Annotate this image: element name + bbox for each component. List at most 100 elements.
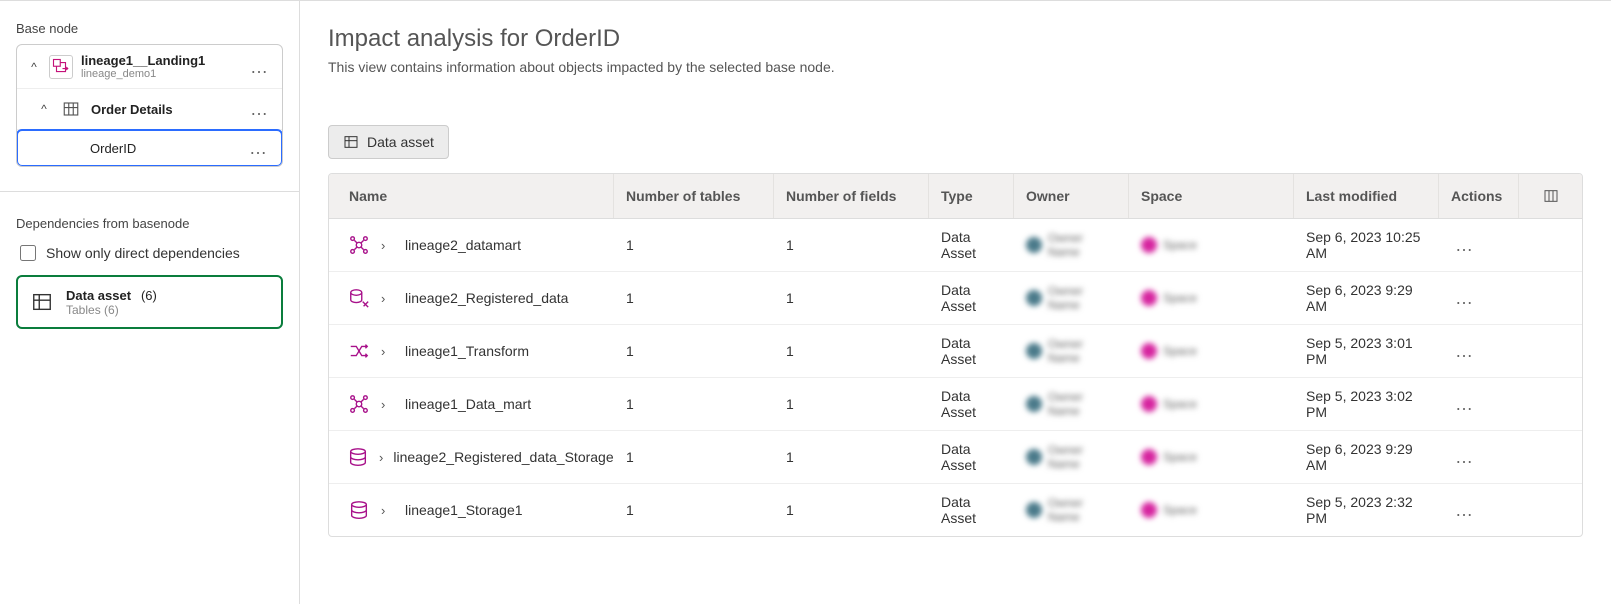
more-icon[interactable]: … (1451, 448, 1477, 466)
basenode-table-row[interactable]: ^ Order Details … (17, 89, 282, 130)
chevron-right-icon[interactable]: › (381, 238, 395, 253)
chevron-up-icon[interactable]: ^ (37, 102, 51, 116)
chevron-right-icon[interactable]: › (381, 344, 395, 359)
row-name: lineage2_datamart (405, 237, 521, 253)
row-modified: Sep 6, 2023 9:29 AM (1294, 272, 1439, 324)
more-icon[interactable]: … (1451, 342, 1477, 360)
row-fields: 1 (774, 439, 929, 475)
table-row[interactable]: ›lineage2_datamart11Data AssetOwner Name… (329, 219, 1582, 272)
chevron-right-icon[interactable]: › (381, 397, 395, 412)
page-title: Impact analysis for OrderID (328, 25, 1583, 53)
row-space: Space (1129, 492, 1294, 528)
row-space: Space (1129, 280, 1294, 316)
main-content: Impact analysis for OrderID This view co… (300, 1, 1611, 604)
chevron-right-icon[interactable]: › (379, 450, 383, 465)
basenode-field-row[interactable]: OrderID … (16, 129, 283, 167)
columns-icon (1543, 188, 1559, 204)
row-actions[interactable]: … (1439, 332, 1519, 370)
header-owner[interactable]: Owner (1014, 174, 1129, 218)
header-actions[interactable]: Actions (1439, 174, 1519, 218)
app-icon (49, 55, 73, 79)
table-row[interactable]: ›lineage2_Registered_data_Storage11Data … (329, 431, 1582, 484)
row-name: lineage2_Registered_data_Storage (393, 449, 613, 465)
row-owner: Owner Name (1014, 486, 1129, 534)
data-asset-icon (30, 290, 54, 314)
row-name: lineage1_Data_mart (405, 396, 531, 412)
row-space: Space (1129, 227, 1294, 263)
filter-data-asset[interactable]: Data asset (6) Tables (6) (16, 275, 283, 329)
direct-deps-label: Show only direct dependencies (46, 245, 240, 261)
filter-title: Data asset (66, 288, 131, 303)
basenode-table-title: Order Details (91, 102, 238, 117)
direct-deps-checkbox-row[interactable]: Show only direct dependencies (16, 239, 283, 273)
header-column-settings[interactable] (1519, 174, 1582, 218)
more-icon[interactable]: … (245, 139, 271, 157)
table-row[interactable]: ›lineage1_Transform11Data AssetOwner Nam… (329, 325, 1582, 378)
registered-icon (347, 286, 371, 310)
row-space: Space (1129, 386, 1294, 422)
data-asset-icon (343, 134, 359, 150)
tab-data-asset[interactable]: Data asset (328, 125, 449, 159)
row-type: Data Asset (929, 378, 1014, 430)
more-icon[interactable]: … (1451, 395, 1477, 413)
transform-icon (347, 339, 371, 363)
header-name[interactable]: Name (329, 174, 614, 218)
row-owner: Owner Name (1014, 274, 1129, 322)
basenode-app-row[interactable]: ^ lineage1__Landing1 lineage_demo1 … (17, 45, 282, 89)
chevron-right-icon[interactable]: › (381, 503, 395, 518)
header-tables[interactable]: Number of tables (614, 174, 774, 218)
row-owner: Owner Name (1014, 327, 1129, 375)
table-row[interactable]: ›lineage2_Registered_data11Data AssetOwn… (329, 272, 1582, 325)
row-space: Space (1129, 333, 1294, 369)
row-fields: 1 (774, 227, 929, 263)
header-modified[interactable]: Last modified (1294, 174, 1439, 218)
more-icon[interactable]: … (246, 58, 272, 76)
row-actions[interactable]: … (1439, 438, 1519, 476)
tab-label: Data asset (367, 134, 434, 150)
table-body: ›lineage2_datamart11Data AssetOwner Name… (329, 219, 1582, 536)
row-name: lineage2_Registered_data (405, 290, 568, 306)
row-fields: 1 (774, 492, 929, 528)
row-owner: Owner Name (1014, 380, 1129, 428)
header-fields[interactable]: Number of fields (774, 174, 929, 218)
row-actions[interactable]: … (1439, 226, 1519, 264)
row-tables: 1 (614, 439, 774, 475)
row-actions[interactable]: … (1439, 385, 1519, 423)
chevron-right-icon[interactable]: › (381, 291, 395, 306)
row-modified: Sep 6, 2023 9:29 AM (1294, 431, 1439, 483)
row-type: Data Asset (929, 325, 1014, 377)
sidebar: Base node ^ lineage1__Landing1 (0, 1, 300, 604)
row-owner: Owner Name (1014, 221, 1129, 269)
row-actions[interactable]: … (1439, 279, 1519, 317)
row-type: Data Asset (929, 431, 1014, 483)
header-space[interactable]: Space (1129, 174, 1294, 218)
more-icon[interactable]: … (1451, 236, 1477, 254)
row-fields: 1 (774, 333, 929, 369)
app-root: Base node ^ lineage1__Landing1 (0, 0, 1611, 604)
table-header: Name Number of tables Number of fields T… (329, 174, 1582, 219)
direct-deps-checkbox[interactable] (20, 245, 36, 261)
row-tables: 1 (614, 227, 774, 263)
row-actions[interactable]: … (1439, 491, 1519, 529)
basenode-section-label: Base node (16, 21, 283, 36)
row-tables: 1 (614, 492, 774, 528)
more-icon[interactable]: … (246, 100, 272, 118)
datamart-icon (347, 392, 371, 416)
basenode-field-title: OrderID (90, 141, 237, 156)
row-name: lineage1_Transform (405, 343, 529, 359)
row-modified: Sep 5, 2023 2:32 PM (1294, 484, 1439, 536)
row-type: Data Asset (929, 219, 1014, 271)
row-owner: Owner Name (1014, 433, 1129, 481)
table-row[interactable]: ›lineage1_Storage111Data AssetOwner Name… (329, 484, 1582, 536)
row-type: Data Asset (929, 484, 1014, 536)
table-row[interactable]: ›lineage1_Data_mart11Data AssetOwner Nam… (329, 378, 1582, 431)
more-icon[interactable]: … (1451, 501, 1477, 519)
header-type[interactable]: Type (929, 174, 1014, 218)
row-modified: Sep 6, 2023 10:25 AM (1294, 219, 1439, 271)
chevron-up-icon[interactable]: ^ (27, 60, 41, 74)
row-type: Data Asset (929, 272, 1014, 324)
more-icon[interactable]: … (1451, 289, 1477, 307)
row-modified: Sep 5, 2023 3:02 PM (1294, 378, 1439, 430)
basenode-tree: ^ lineage1__Landing1 lineage_demo1 … (16, 44, 283, 167)
basenode-app-subtitle: lineage_demo1 (81, 68, 238, 80)
